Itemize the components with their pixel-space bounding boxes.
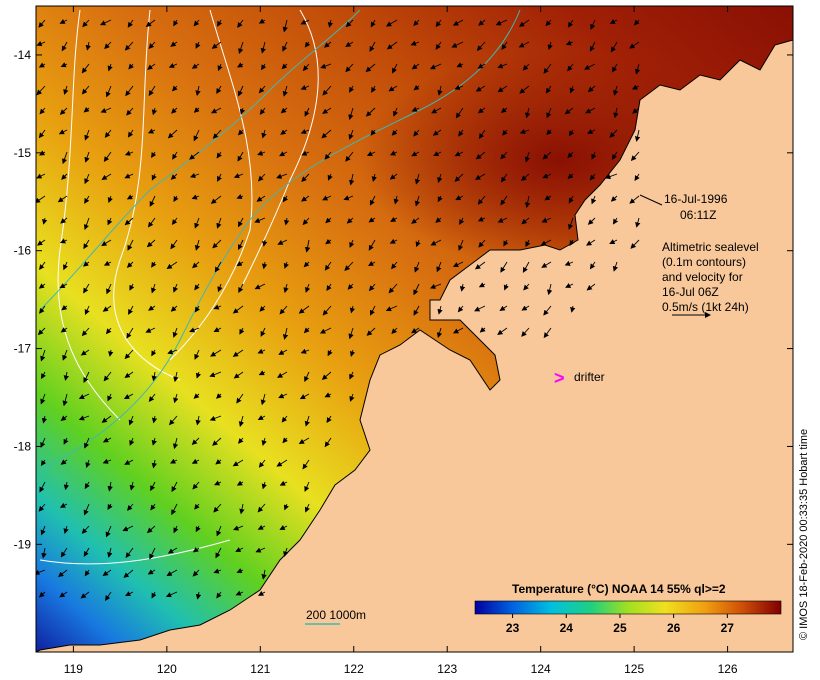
colorbar-ramp <box>474 600 782 615</box>
lon-tick-label: 123 <box>437 662 457 676</box>
lon-tick-label: 122 <box>344 662 364 676</box>
colorbar-tick-label: 27 <box>721 621 735 635</box>
colorbar-title: Temperature (°C) NOAA 14 55% ql>=2 <box>512 582 726 596</box>
lon-tick-label: 124 <box>531 662 551 676</box>
colorbar-tick-label: 23 <box>506 621 520 635</box>
sst-map: -14 -15 -16 -17 -18 -19 119 120 121 122 123 124 125… <box>14 5 794 676</box>
sealevel-line-4: 16-Jul 06Z <box>662 285 719 299</box>
lat-tick-label: -18 <box>14 439 32 453</box>
lat-tick-label: -19 <box>14 537 32 551</box>
lon-tick-label: 119 <box>64 662 83 676</box>
lat-tick-label: -14 <box>14 48 32 62</box>
drifter-marker: > <box>554 368 565 388</box>
credit-text: © IMOS 18-Feb-2020 00:33:35 Hobart time <box>798 428 810 640</box>
lat-tick-label: -17 <box>14 342 32 356</box>
sealevel-line-3: and velocity for <box>662 270 743 284</box>
lat-tick-label: -16 <box>14 244 32 258</box>
time-label: 06:11Z <box>680 208 716 222</box>
lon-tick-label: 125 <box>624 662 644 676</box>
depth-legend-label: 200 1000m <box>306 608 366 622</box>
lon-tick-label: 121 <box>250 662 270 676</box>
colorbar-tick-label: 25 <box>613 621 627 635</box>
date-label: 16-Jul-1996 <box>664 192 728 206</box>
sealevel-line-2: (0.1m contours) <box>662 255 746 269</box>
colorbar-tick-label: 26 <box>667 621 681 635</box>
sealevel-line-5: 0.5m/s (1kt 24h) <box>662 300 749 314</box>
lat-tick-label: -15 <box>14 146 32 160</box>
drifter-label: drifter <box>574 370 605 384</box>
sealevel-line-1: Altimetric sealevel <box>662 240 759 254</box>
lon-tick-label: 126 <box>718 662 738 676</box>
colorbar-tick-label: 24 <box>560 621 574 635</box>
lon-tick-label: 120 <box>157 662 177 676</box>
